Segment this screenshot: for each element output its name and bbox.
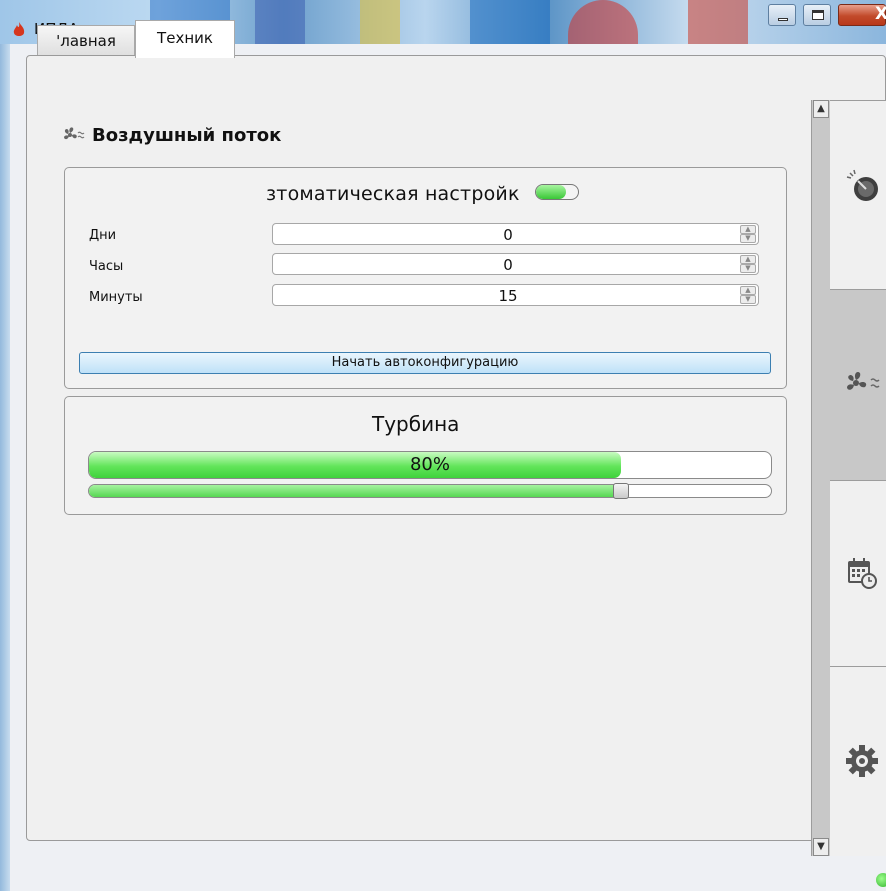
minimize-icon bbox=[778, 18, 788, 21]
spin-down-arrow-icon[interactable]: ▼ bbox=[740, 295, 756, 304]
close-icon: X bbox=[875, 4, 886, 24]
slider-handle[interactable] bbox=[613, 483, 629, 499]
hours-label: Часы bbox=[89, 259, 124, 274]
background-decoration bbox=[688, 0, 748, 44]
toggle-fill bbox=[536, 185, 566, 199]
section-title-text: Воздушный поток bbox=[92, 125, 282, 146]
turbine-slider[interactable] bbox=[88, 483, 772, 499]
scroll-up-arrow-icon[interactable]: ▲ bbox=[813, 100, 829, 118]
spin-arrows: ▲ ▼ bbox=[740, 225, 756, 243]
minutes-value: 15 bbox=[498, 287, 518, 305]
tab-label: Техник bbox=[157, 29, 213, 47]
section-title: Воздушный поток bbox=[62, 125, 281, 146]
spin-up-arrow-icon[interactable]: ▲ bbox=[740, 286, 756, 295]
days-spinbox[interactable]: 0 ▲ ▼ bbox=[272, 223, 759, 245]
minutes-label: Минуты bbox=[89, 290, 143, 305]
start-autoconfig-button[interactable]: Начать автоконфигурацию bbox=[79, 352, 771, 374]
tab-label: 'лавная bbox=[56, 32, 116, 50]
auto-config-label: зтоматическая настройк bbox=[266, 183, 520, 205]
days-value: 0 bbox=[503, 226, 513, 244]
background-decoration bbox=[255, 0, 305, 44]
progress-text: 80% bbox=[409, 454, 450, 475]
spin-down-arrow-icon[interactable]: ▼ bbox=[740, 234, 756, 243]
scroll-down-arrow-icon[interactable]: ▼ bbox=[813, 838, 829, 856]
maximize-button[interactable] bbox=[803, 4, 831, 26]
slider-fill bbox=[89, 485, 621, 497]
auto-config-toggle[interactable] bbox=[535, 184, 579, 200]
spin-arrows: ▲ ▼ bbox=[740, 286, 756, 304]
vertical-scrollbar[interactable]: ▲ ▼ bbox=[811, 100, 830, 856]
spin-down-arrow-icon[interactable]: ▼ bbox=[740, 264, 756, 273]
spin-arrows: ▲ ▼ bbox=[740, 255, 756, 273]
fan-airflow-icon bbox=[847, 371, 880, 390]
maximize-icon bbox=[812, 10, 824, 20]
turbine-label: Турбина bbox=[372, 412, 460, 436]
background-decoration bbox=[360, 0, 400, 44]
hours-spinbox[interactable]: 0 ▲ ▼ bbox=[272, 253, 759, 275]
spin-up-arrow-icon[interactable]: ▲ bbox=[740, 225, 756, 234]
minutes-spinbox[interactable]: 15 ▲ ▼ bbox=[272, 284, 759, 306]
nav-item-schedule[interactable] bbox=[830, 480, 886, 667]
nav-item-settings[interactable] bbox=[830, 666, 886, 856]
status-indicator bbox=[876, 873, 886, 887]
days-label: Дни bbox=[89, 228, 117, 243]
window-frame bbox=[0, 44, 10, 891]
flame-icon bbox=[13, 22, 25, 36]
background-decoration bbox=[568, 0, 638, 44]
hours-value: 0 bbox=[503, 256, 513, 274]
gear-icon bbox=[846, 745, 878, 777]
tab-technician[interactable]: Техник bbox=[135, 20, 235, 58]
nav-item-airflow[interactable] bbox=[830, 289, 886, 481]
minimize-button[interactable] bbox=[768, 4, 796, 26]
nav-item-gauge[interactable] bbox=[830, 100, 886, 290]
gauge-icon bbox=[846, 169, 878, 201]
calendar-clock-icon bbox=[848, 558, 877, 589]
close-button[interactable]: X bbox=[838, 4, 886, 26]
turbine-progress-bar: 80% bbox=[88, 451, 772, 479]
spin-up-arrow-icon[interactable]: ▲ bbox=[740, 255, 756, 264]
tab-main[interactable]: 'лавная bbox=[37, 25, 135, 57]
background-decoration bbox=[470, 0, 550, 44]
